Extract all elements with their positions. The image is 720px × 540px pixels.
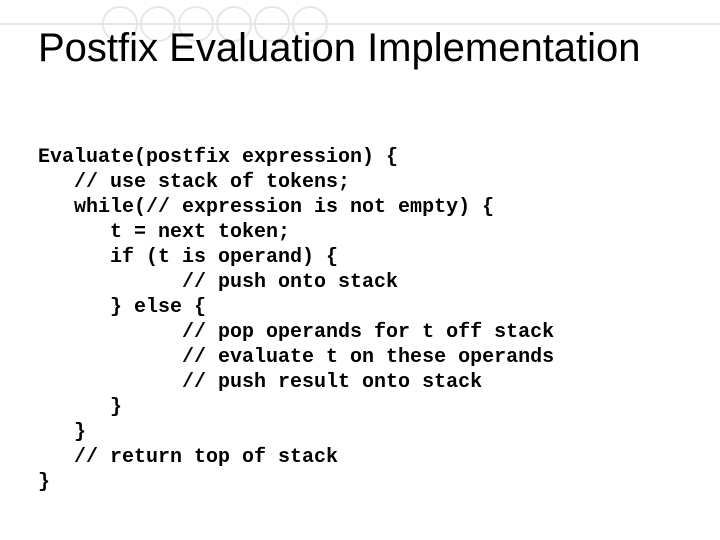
code-line: } bbox=[38, 421, 86, 444]
code-line: // return top of stack bbox=[38, 446, 338, 469]
code-line: } bbox=[38, 471, 50, 494]
code-line: // use stack of tokens; bbox=[38, 171, 350, 194]
code-line: } else { bbox=[38, 296, 206, 319]
code-line: while(// expression is not empty) { bbox=[38, 196, 494, 219]
code-line: } bbox=[38, 396, 122, 419]
code-line: // push onto stack bbox=[38, 271, 398, 294]
code-line: Evaluate(postfix expression) { bbox=[38, 146, 398, 169]
slide-title: Postfix Evaluation Implementation bbox=[38, 26, 641, 71]
code-line: // push result onto stack bbox=[38, 371, 482, 394]
code-block: Evaluate(postfix expression) { // use st… bbox=[38, 120, 554, 495]
code-line: t = next token; bbox=[38, 221, 290, 244]
code-line: // pop operands for t off stack bbox=[38, 321, 554, 344]
code-line: // evaluate t on these operands bbox=[38, 346, 554, 369]
code-line: if (t is operand) { bbox=[38, 246, 338, 269]
slide: Postfix Evaluation Implementation Evalua… bbox=[0, 0, 720, 540]
